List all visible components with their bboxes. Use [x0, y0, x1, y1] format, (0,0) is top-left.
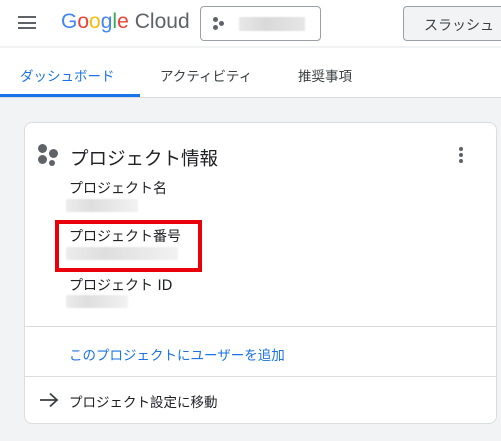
- google-cloud-logo[interactable]: Google Cloud: [61, 10, 190, 34]
- add-user-link[interactable]: このプロジェクトにユーザーを追加: [69, 344, 285, 364]
- project-info-card: プロジェクト情報 プロジェクト名 プロジェクト番号 プロジェクト ID このプロ…: [24, 122, 497, 424]
- project-hexagon-icon: [38, 144, 60, 166]
- active-tab-indicator: [0, 94, 140, 97]
- hamburger-menu-icon[interactable]: [18, 16, 36, 29]
- tab-bar: ダッシュボード アクティビティ 推奨事項: [0, 48, 501, 98]
- divider: [25, 376, 496, 377]
- project-id-value-redacted: [66, 295, 128, 308]
- project-id-label: プロジェクト ID: [69, 278, 173, 294]
- project-settings-link[interactable]: プロジェクト設定に移動: [69, 391, 218, 411]
- tab-recommendations[interactable]: 推奨事項: [298, 65, 352, 85]
- logo-cloud-text: Cloud: [134, 10, 190, 33]
- arrow-forward-icon[interactable]: [39, 392, 59, 408]
- project-name-value-redacted: [66, 199, 138, 212]
- top-app-bar: Google Cloud スラッシュ: [0, 0, 501, 46]
- project-picker-button[interactable]: [200, 6, 321, 41]
- search-button[interactable]: スラッシュ: [403, 6, 501, 41]
- project-name-label: プロジェクト名: [69, 181, 167, 197]
- highlight-box: [55, 220, 202, 272]
- tab-dashboard[interactable]: ダッシュボード: [20, 65, 115, 85]
- tab-activity[interactable]: アクティビティ: [160, 65, 252, 85]
- divider: [25, 326, 496, 327]
- project-hexagon-icon: [213, 17, 227, 31]
- more-vert-icon[interactable]: [453, 147, 469, 167]
- card-title: プロジェクト情報: [70, 149, 219, 170]
- project-name-redacted: [239, 17, 305, 31]
